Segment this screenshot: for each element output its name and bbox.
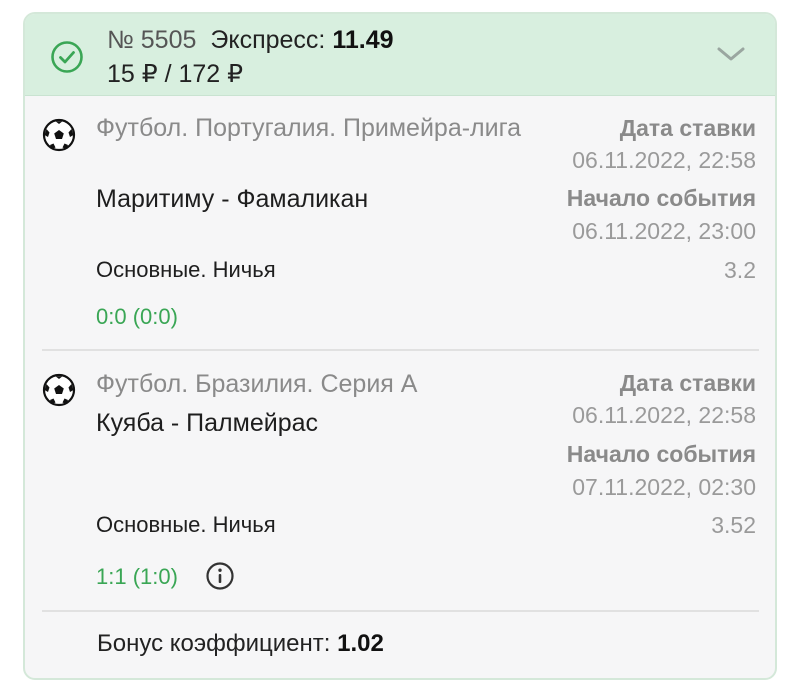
event-start-label: Начало события	[566, 185, 756, 211]
divider	[42, 349, 759, 351]
bet-coefficient: 11.49	[332, 26, 394, 54]
bet-date: 06.11.2022, 22:58	[572, 147, 756, 173]
event-score: 1:1 (1:0)	[96, 564, 178, 589]
bet-card: № 5505 Экспресс: 11.49 15 ₽ / 172 ₽ Футбо…	[23, 12, 777, 680]
event-market: Основные. Ничья	[96, 512, 276, 537]
chevron-down-icon[interactable]	[715, 44, 747, 64]
event-start: 06.11.2022, 23:00	[572, 218, 756, 244]
event-score: 0:0 (0:0)	[96, 304, 178, 329]
bet-date-label: Дата ставки	[619, 370, 756, 396]
bet-card-header[interactable]: № 5505 Экспресс: 11.49 15 ₽ / 172 ₽	[25, 14, 775, 96]
soccer-ball-icon	[42, 373, 76, 407]
bonus-coefficient: Бонус коэффициент: 1.02	[97, 630, 384, 658]
check-circle-icon	[51, 41, 83, 73]
divider	[42, 610, 759, 612]
bonus-value: 1.02	[337, 630, 384, 657]
event-market: Основные. Ничья	[96, 257, 276, 282]
event-odds: 3.52	[711, 512, 756, 538]
bet-number: № 5505	[107, 26, 197, 54]
event-start-label: Начало события	[566, 441, 756, 467]
event-start: 07.11.2022, 02:30	[572, 474, 756, 500]
event-teams: Маритиму - Фамаликан	[96, 185, 369, 213]
event-odds: 3.2	[724, 257, 756, 283]
bet-date: 06.11.2022, 22:58	[572, 402, 756, 428]
bet-stake-payout: 15 ₽ / 172 ₽	[107, 60, 244, 88]
event-teams: Куяба - Палмейрас	[96, 409, 319, 437]
bet-type: Экспресс:	[210, 26, 326, 54]
bonus-label: Бонус коэффициент:	[97, 630, 338, 657]
event-league: Футбол. Португалия. Примейра-лига	[96, 114, 522, 142]
event-league: Футбол. Бразилия. Серия A	[96, 370, 418, 398]
bet-date-label: Дата ставки	[619, 115, 756, 141]
soccer-ball-icon	[42, 118, 76, 152]
info-icon[interactable]	[205, 561, 235, 591]
bet-title: № 5505 Экспресс: 11.49	[107, 26, 394, 55]
